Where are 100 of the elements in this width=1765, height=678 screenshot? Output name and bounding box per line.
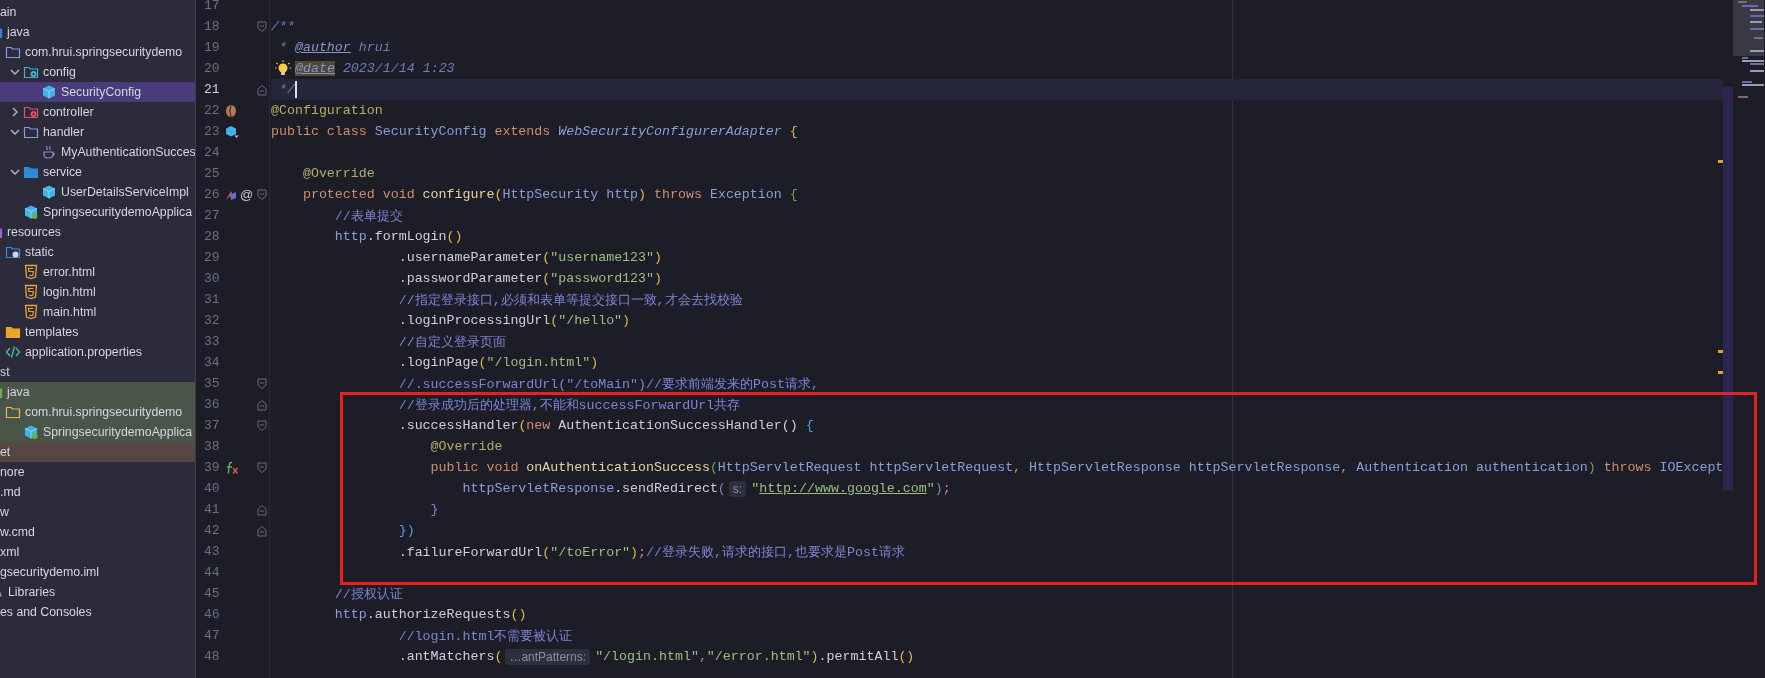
code-text: //.successForwardUrl("/toMain")//要求前端发来的Post请求, xyxy=(397,375,819,393)
line-number: 43 xyxy=(203,544,221,559)
code-text: public void onAuthenticationSuccess(HttpServletRequest httpServletRequest, HttpServletResponse httpServletResponse, Authentication authentication) throws IOExcept xyxy=(429,460,1724,475)
code-text: } xyxy=(429,502,439,517)
tree-item[interactable]: st xyxy=(0,362,195,382)
line-number: 47 xyxy=(203,628,221,643)
tree-item[interactable]: xml xyxy=(0,542,195,562)
code-text: protected void configure(HttpSecurity http) throws Exception { xyxy=(301,187,798,202)
line-number: 48 xyxy=(203,649,221,664)
annotation-marker[interactable]: @ xyxy=(240,187,254,202)
tree-item[interactable]: w.cmd xyxy=(0,522,195,542)
code-text: http.authorizeRequests() xyxy=(333,607,527,622)
chevron-down-icon[interactable] xyxy=(10,67,20,77)
tree-item[interactable]: .md xyxy=(0,482,195,502)
folder-icon xyxy=(23,164,39,180)
code-text: .usernameParameter("username123") xyxy=(397,250,662,265)
line-number: 30 xyxy=(203,271,221,286)
tree-item[interactable]: handler xyxy=(0,122,195,142)
tree-item[interactable]: login.html xyxy=(0,282,195,302)
line-number: 34 xyxy=(203,355,221,370)
tree-item[interactable]: SpringsecuritydemoApplica xyxy=(0,422,195,442)
line-number: 23 xyxy=(203,124,221,139)
fold-start-icon[interactable] xyxy=(257,461,267,474)
tree-item[interactable]: error.html xyxy=(0,262,195,282)
line-number: 28 xyxy=(203,229,221,244)
tree-item[interactable]: MyAuthenticationSucces xyxy=(0,142,195,162)
function-icon[interactable] xyxy=(225,460,239,475)
code-text: "); xyxy=(926,481,951,496)
line-number: 18 xyxy=(203,19,221,34)
tree-item[interactable]: static xyxy=(0,242,195,262)
tree-item[interactable]: SecurityConfig xyxy=(0,82,195,102)
fold-end-icon[interactable] xyxy=(257,503,267,516)
tree-item[interactable]: com.hrui.springsecuritydemo xyxy=(0,402,195,422)
line-number: 42 xyxy=(203,523,221,538)
globe-folder-icon xyxy=(5,244,21,260)
folder-icon xyxy=(5,44,21,60)
url-link[interactable]: http://www.google.com xyxy=(759,481,927,496)
tree-item[interactable]: resources xyxy=(0,222,195,242)
tree-item[interactable]: nore xyxy=(0,462,195,482)
fold-end-icon[interactable] xyxy=(257,83,267,96)
shield-icon xyxy=(23,284,39,300)
line-number: 38 xyxy=(203,439,221,454)
line-number: 36 xyxy=(203,397,221,412)
tree-item[interactable]: es and Consoles xyxy=(0,602,195,622)
parameter-hint: …antPatterns: xyxy=(505,648,591,665)
tree-item[interactable]: controller xyxy=(0,102,195,122)
tree-item[interactable]: java xyxy=(0,22,195,42)
chevron-down-icon[interactable] xyxy=(10,167,20,177)
gear-folder-icon xyxy=(23,104,39,120)
tree-item[interactable]: main.html xyxy=(0,302,195,322)
tree-item[interactable]: UserDetailsServiceImpl xyxy=(0,182,195,202)
line-number: 41 xyxy=(203,502,221,517)
tree-item[interactable]: SpringsecuritydemoApplica xyxy=(0,202,195,222)
fold-start-icon[interactable] xyxy=(257,377,267,390)
chevron-right-icon[interactable] xyxy=(10,107,20,117)
cube-icon xyxy=(23,424,39,440)
scrollbar-thumb[interactable] xyxy=(1723,87,1733,491)
code-text: * @author hrui xyxy=(277,40,391,55)
line-number: 32 xyxy=(203,313,221,328)
chevron-down-icon[interactable] xyxy=(10,127,20,137)
line-number: 45 xyxy=(203,586,221,601)
code-text: @Override xyxy=(301,166,375,181)
code-text: //登录成功后的处理器,不能和successForwardUrl共存 xyxy=(397,396,741,414)
line-number: 33 xyxy=(203,334,221,349)
parameter-hint: s: xyxy=(728,480,747,497)
shield-icon xyxy=(23,304,39,320)
code-text: @Configuration xyxy=(271,103,383,118)
tree-item[interactable]: Libraries xyxy=(0,582,195,602)
fold-start-icon[interactable] xyxy=(257,419,267,432)
fold-end-icon[interactable] xyxy=(257,398,267,411)
line-number: 27 xyxy=(203,208,221,223)
line-number: 22 xyxy=(203,103,221,118)
code-text: //授权认证 xyxy=(333,585,403,603)
code-text: " xyxy=(751,481,760,496)
tree-item[interactable]: templates xyxy=(0,322,195,342)
tree-item[interactable]: gsecuritydemo.iml xyxy=(0,562,195,582)
code-text: }) xyxy=(397,523,415,538)
cube-icon xyxy=(41,84,57,100)
folder-icon xyxy=(5,324,21,340)
fold-start-icon[interactable] xyxy=(257,188,267,201)
bean-icon[interactable] xyxy=(225,103,237,118)
code-text: .passwordParameter("password123") xyxy=(397,271,662,286)
code-text: "/login.html","/error.html").permitAll() xyxy=(595,649,915,664)
text-cursor xyxy=(294,81,297,98)
fold-start-icon[interactable] xyxy=(257,20,267,33)
tree-item[interactable]: java xyxy=(0,382,195,402)
cube-icon[interactable] xyxy=(225,124,239,139)
tree-item[interactable]: et xyxy=(0,442,195,462)
tree-item[interactable]: config xyxy=(0,62,195,82)
tree-item[interactable]: w xyxy=(0,502,195,522)
code-text: .antMatchers( xyxy=(397,649,503,664)
line-number: 17 xyxy=(203,0,221,13)
line-number: 20 xyxy=(203,61,221,76)
fold-end-icon[interactable] xyxy=(257,524,267,537)
tree-item[interactable]: ain xyxy=(0,2,195,22)
tree-item[interactable]: service xyxy=(0,162,195,182)
code-text: .loginProcessingUrl("/hello") xyxy=(397,313,631,328)
line-number: 31 xyxy=(203,292,221,307)
tree-item[interactable]: application.properties xyxy=(0,342,195,362)
tree-item[interactable]: com.hrui.springsecuritydemo xyxy=(0,42,195,62)
